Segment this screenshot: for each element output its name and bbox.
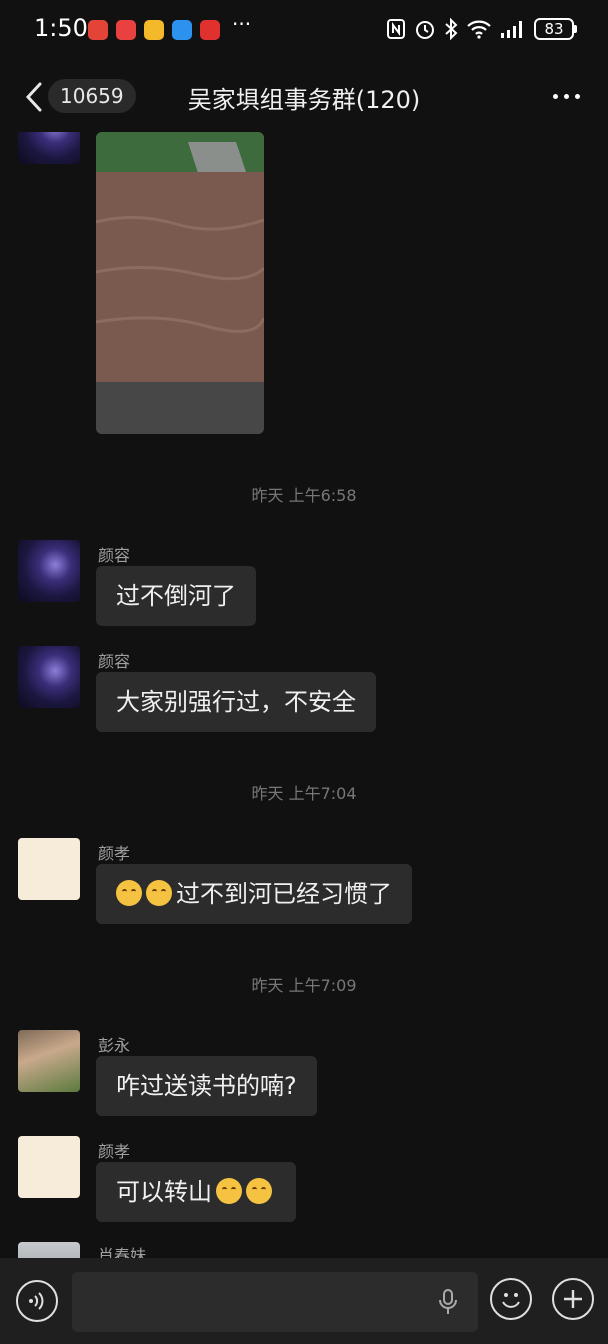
bank-app-icon [200, 20, 220, 40]
avatar[interactable] [18, 1242, 80, 1258]
message-bubble[interactable]: 可以转山 [96, 1162, 296, 1222]
message-bubble[interactable]: 咋过送读书的喃? [96, 1056, 317, 1116]
more-functions-button[interactable] [552, 1278, 594, 1320]
sender-name: 肖春妹 [98, 1246, 147, 1258]
more-dot [564, 94, 569, 99]
message-input[interactable] [72, 1272, 478, 1332]
more-dot [575, 94, 580, 99]
weibo-icon [144, 20, 164, 40]
sender-name: 颜孝 [98, 1142, 131, 1161]
message-text: 过不到河已经习惯了 [176, 880, 392, 908]
timestamp: 昨天 上午6:58 [251, 486, 357, 505]
status-more: ··· [232, 12, 252, 36]
chat-header: 吴家埧组事务群(120) 10659 [0, 62, 608, 132]
flooded-road-image [96, 132, 264, 434]
sender-name: 彭永 [98, 1036, 131, 1055]
avatar[interactable] [18, 646, 80, 708]
sender-name: 颜孝 [98, 844, 131, 863]
thinking-emoji-icon [216, 1178, 242, 1204]
message-list[interactable]: 昨天 上午6:58 颜容 过不倒河了 颜容 大家别强行过，不安全 昨天 上午7:… [0, 132, 608, 1258]
more-dot [553, 94, 558, 99]
timestamp: 昨天 上午7:04 [251, 784, 357, 803]
message-bubble[interactable]: 过不到河已经习惯了 [96, 864, 412, 924]
voice-input-button[interactable] [16, 1280, 58, 1322]
smiley-icon [502, 1293, 520, 1308]
unread-count-badge[interactable]: 10659 [48, 79, 136, 113]
timestamp: 昨天 上午7:09 [251, 976, 357, 995]
avatar[interactable] [18, 1136, 80, 1198]
video-message-thumbnail[interactable] [96, 132, 264, 434]
notification-icons [88, 20, 220, 40]
battery-indicator: 83 [534, 18, 577, 40]
alarm-icon [416, 21, 434, 39]
plus-icon [564, 1290, 582, 1308]
avatar[interactable] [18, 1030, 80, 1092]
bluetooth-icon [445, 18, 458, 40]
avatar[interactable] [18, 132, 80, 164]
voice-wave-icon [29, 1292, 44, 1310]
signal-icon [501, 21, 522, 38]
input-bar [0, 1258, 608, 1344]
thinking-emoji-icon [246, 1178, 272, 1204]
message-bubble[interactable]: 大家别强行过，不安全 [96, 672, 376, 732]
app-notification-icon [116, 20, 136, 40]
crying-laugh-emoji-icon [146, 880, 172, 906]
avatar[interactable] [18, 540, 80, 602]
sender-name: 颜容 [98, 652, 131, 671]
crying-laugh-emoji-icon [116, 880, 142, 906]
nfc-icon [387, 19, 405, 39]
more-options-button[interactable] [553, 94, 580, 99]
status-time: 1:50 [34, 14, 88, 42]
message-text: 可以转山 [116, 1178, 212, 1206]
avatar[interactable] [18, 838, 80, 900]
back-arrow-icon[interactable] [22, 80, 46, 114]
status-bar: 1:50 ··· 83 [0, 0, 608, 62]
message-bubble[interactable]: 过不倒河了 [96, 566, 256, 626]
app-notification-icon [88, 20, 108, 40]
wifi-icon [467, 20, 491, 39]
microphone-icon[interactable] [436, 1288, 460, 1316]
sender-name: 颜容 [98, 546, 131, 565]
message-app-icon [172, 20, 192, 40]
system-status-icons: 83 [386, 18, 577, 40]
emoji-button[interactable] [490, 1278, 532, 1320]
